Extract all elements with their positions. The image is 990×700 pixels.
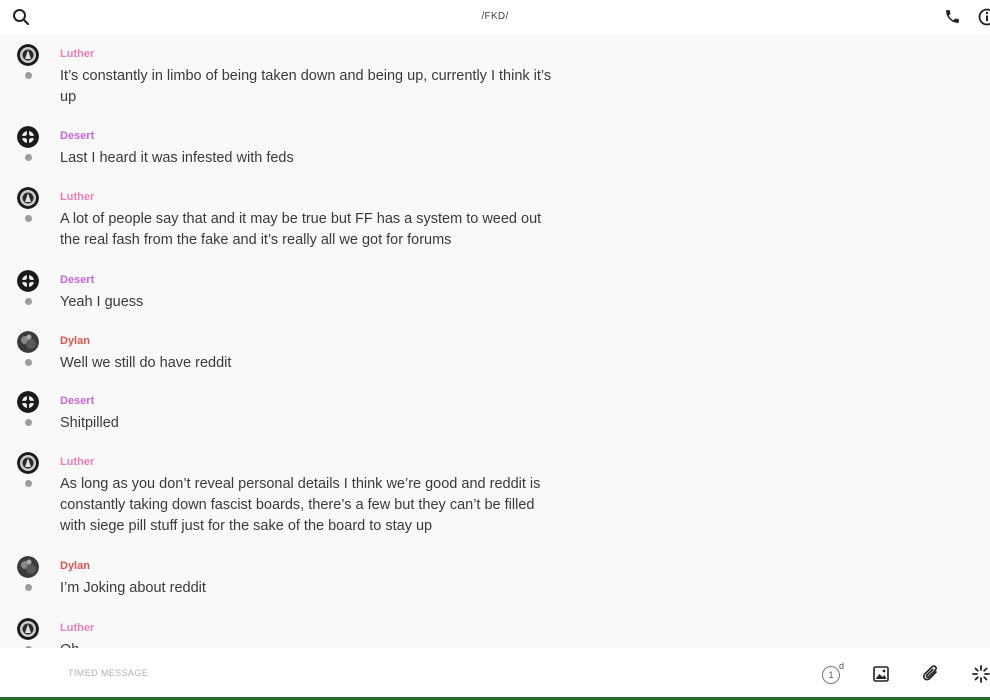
- status-dot: [25, 298, 32, 305]
- message-author: Desert: [60, 395, 95, 407]
- avatar[interactable]: [17, 391, 39, 413]
- status-dot: [25, 72, 32, 79]
- avatar[interactable]: [17, 187, 39, 209]
- avatar[interactable]: [17, 270, 39, 292]
- status-dot: [25, 359, 32, 366]
- paperclip-icon[interactable]: [922, 664, 940, 684]
- message-input[interactable]: TIMED MESSAGE: [68, 668, 148, 678]
- info-icon[interactable]: [978, 8, 990, 26]
- avatar[interactable]: [17, 44, 39, 66]
- message-author: Luther: [60, 191, 95, 203]
- timer-unit: d: [839, 661, 845, 671]
- message-text: It’s constantly in limbo of being taken …: [60, 68, 552, 105]
- message-list[interactable]: Luther It’s constantly in limbo of being…: [0, 34, 990, 648]
- timer-value: 1: [822, 666, 840, 684]
- message-author: Luther: [60, 456, 95, 468]
- hourglass-timer-icon[interactable]: 1 d: [822, 661, 846, 686]
- message-text: A lot of people say that and it may be t…: [60, 211, 542, 248]
- message-composer: TIMED MESSAGE 1 d: [0, 648, 990, 700]
- message-text: Well we still do have reddit: [60, 355, 232, 371]
- status-dot: [25, 480, 32, 487]
- avatar[interactable]: [17, 556, 39, 578]
- message-author: Luther: [60, 48, 95, 60]
- status-dot: [25, 215, 32, 222]
- message-text: Last I heard it was infested with feds: [60, 150, 294, 166]
- message-text: Shitpilled: [60, 415, 119, 431]
- top-bar: /FKD/: [0, 0, 990, 34]
- message-text: As long as you don’t reveal personal det…: [60, 476, 541, 534]
- avatar[interactable]: [17, 452, 39, 474]
- message-text: I’m Joking about reddit: [60, 580, 206, 596]
- message-author: Dylan: [60, 560, 90, 572]
- message-author: Desert: [60, 130, 95, 142]
- phone-icon[interactable]: [944, 8, 961, 25]
- message-text: Oh: [60, 640, 560, 648]
- sparkle-icon[interactable]: [971, 664, 990, 684]
- message-text: Yeah I guess: [60, 294, 144, 310]
- avatar[interactable]: [17, 126, 39, 148]
- avatar[interactable]: [17, 618, 39, 640]
- conversation-title: /FKD/: [481, 11, 509, 22]
- message-author: Desert: [60, 274, 95, 286]
- status-dot: [25, 154, 32, 161]
- status-dot: [25, 584, 32, 591]
- status-dot: [25, 419, 32, 426]
- avatar[interactable]: [17, 331, 39, 353]
- image-icon[interactable]: [873, 666, 889, 682]
- message-author: Luther: [60, 622, 95, 634]
- message-author: Dylan: [60, 335, 90, 347]
